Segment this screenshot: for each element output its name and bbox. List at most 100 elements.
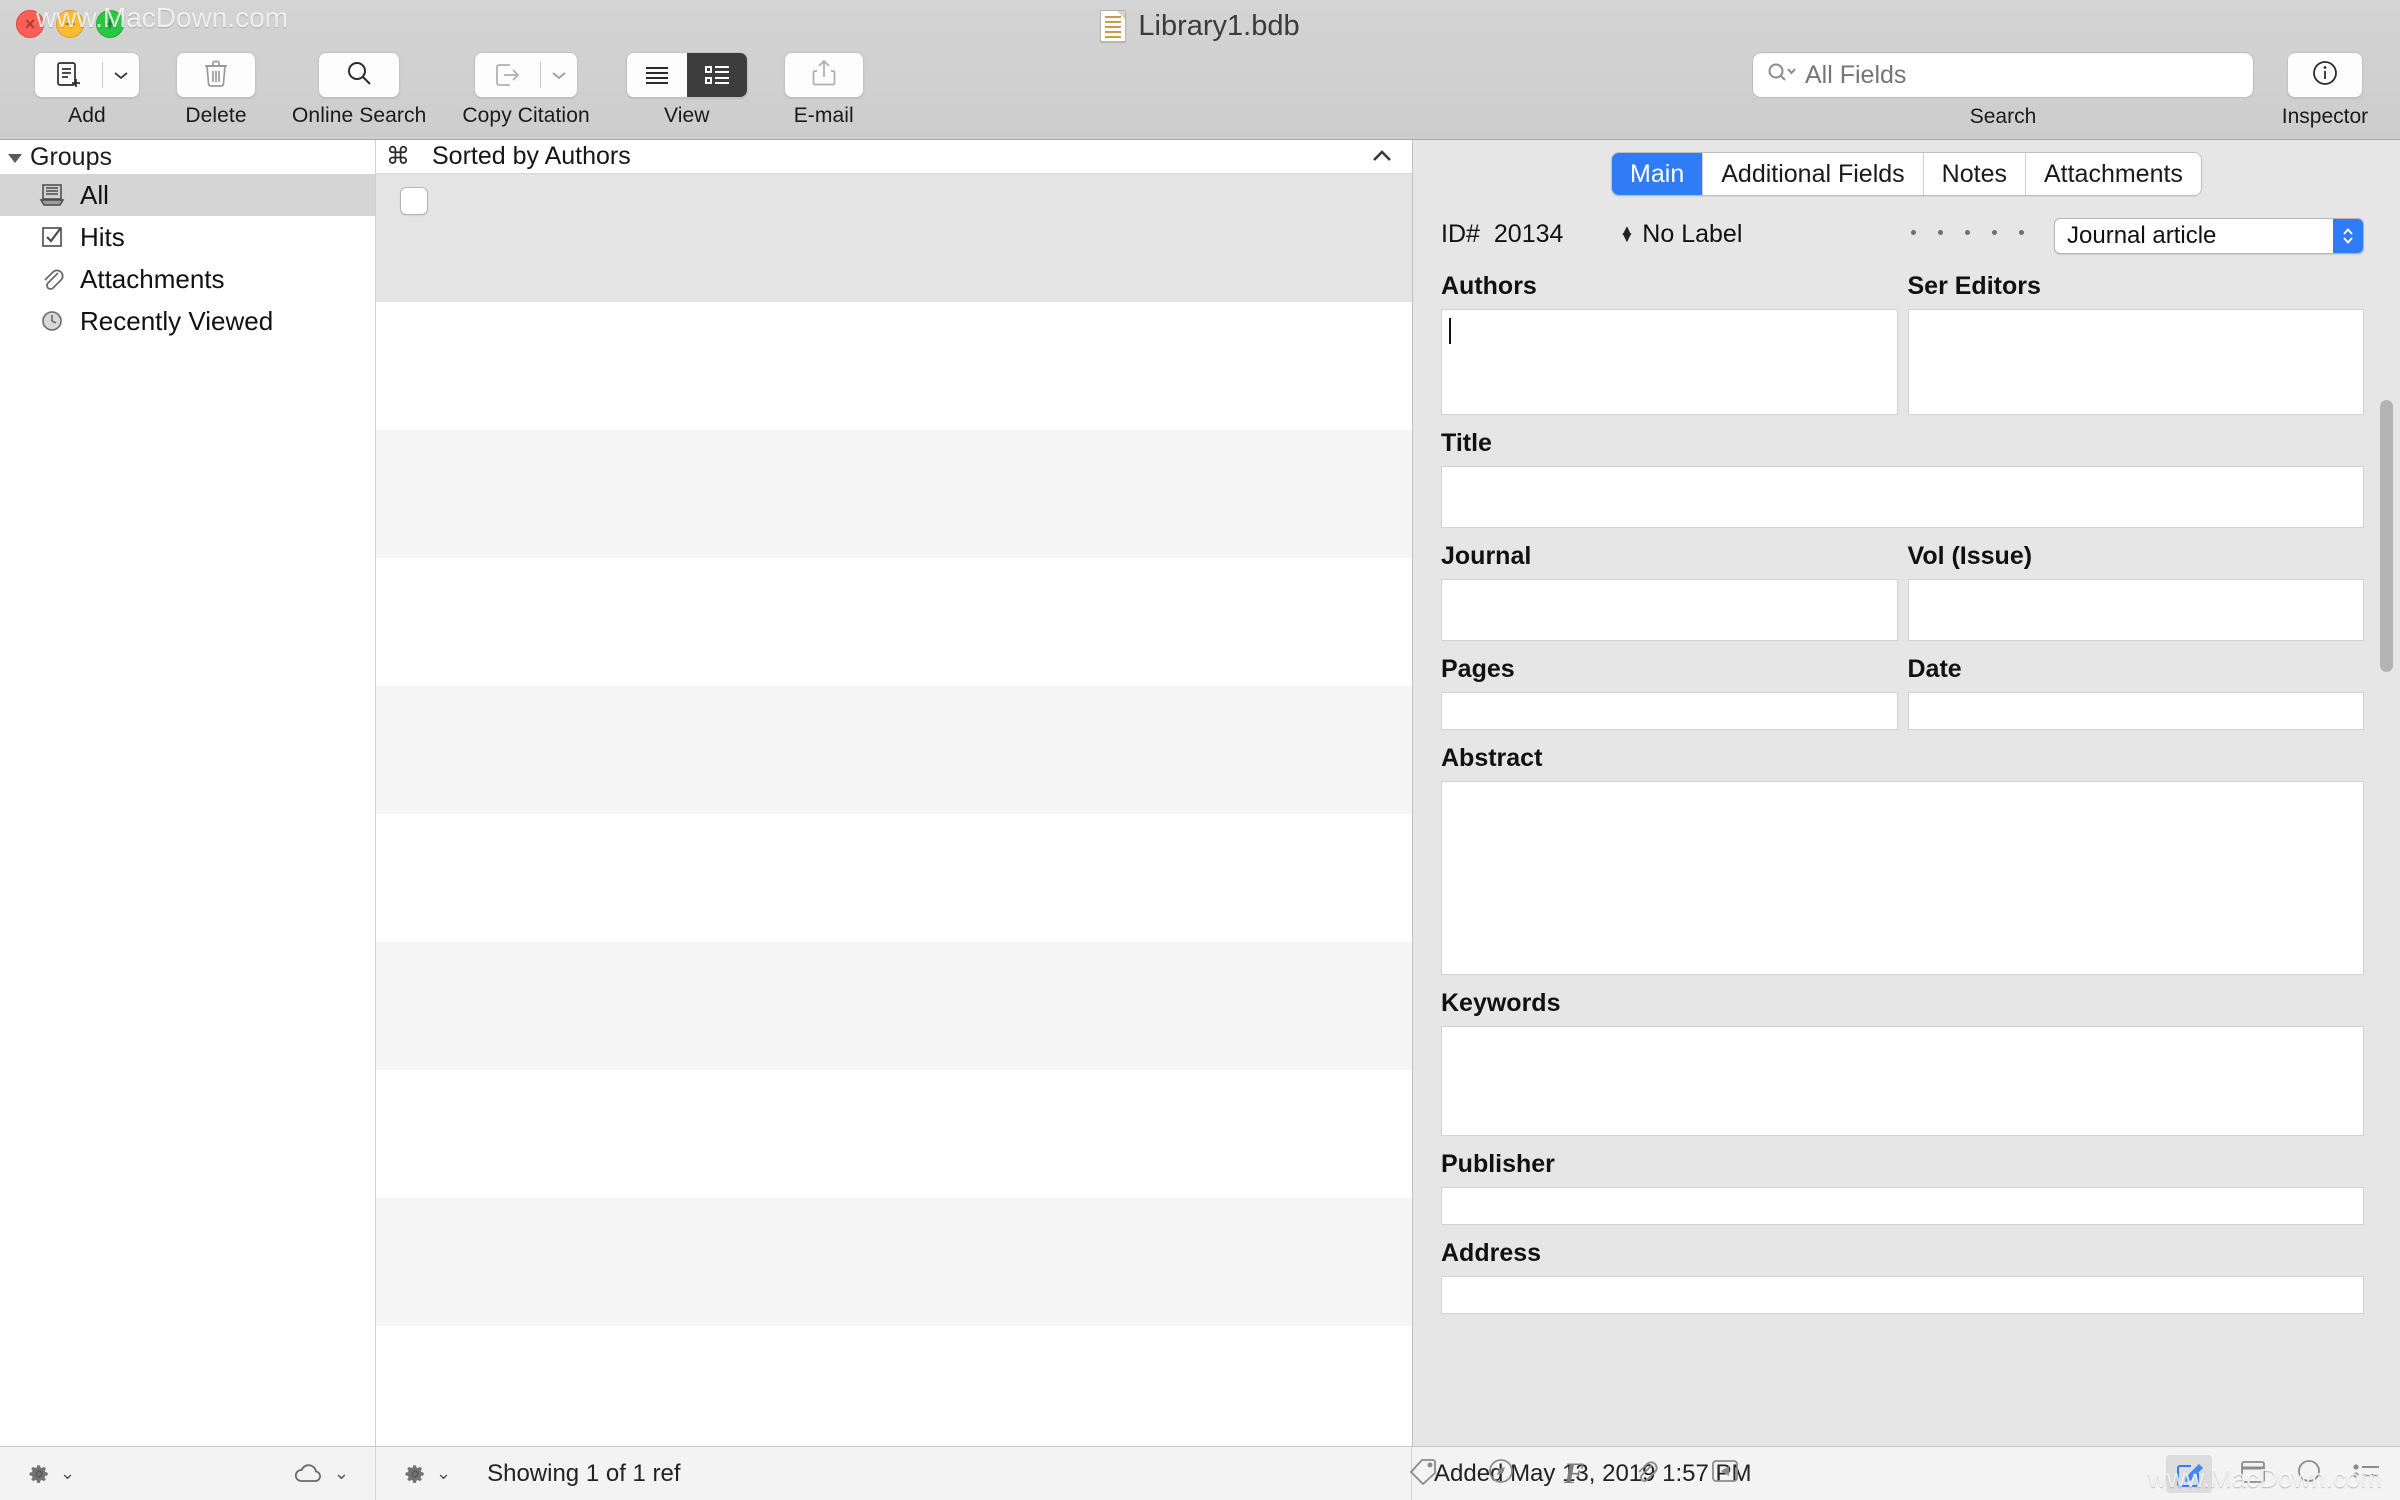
field-label-vol-issue: Vol (Issue) [1907, 542, 2033, 570]
rating-dot[interactable] [1911, 230, 1916, 235]
chevron-up-icon[interactable] [1368, 144, 1396, 173]
field-label-ser-editors: Ser Editors [1907, 272, 2041, 300]
field-input-pages[interactable] [1441, 692, 1898, 730]
list-dash-icon[interactable] [2350, 1458, 2384, 1489]
sidebar-item-recently-viewed[interactable]: Recently Viewed [0, 300, 375, 342]
field-input-ser-editors[interactable] [1907, 309, 2364, 415]
field-input-title[interactable] [1441, 466, 2364, 528]
field-input-date[interactable] [1907, 692, 2364, 730]
table-row[interactable] [376, 174, 1412, 302]
status-left: ⌄ ⌄ [0, 1447, 376, 1500]
table-row[interactable] [376, 558, 1412, 686]
table-row[interactable] [376, 814, 1412, 942]
field-publisher: Publisher [1441, 1150, 2364, 1225]
field-input-vol-issue[interactable] [1907, 579, 2364, 641]
reference-type-popup[interactable]: Journal article [2054, 218, 2364, 254]
view-segmented-control[interactable] [625, 52, 748, 98]
sidebar-item-attachments-label: Attachments [80, 263, 225, 294]
email-button[interactable] [783, 52, 864, 98]
sort-header-label: Sorted by Authors [432, 142, 631, 170]
rating-dot[interactable] [2019, 230, 2024, 235]
toolbar: × − + Library1.bdb www.MacDown.com Add D… [0, 0, 2400, 140]
collapse-left-icon[interactable] [1708, 1456, 1742, 1491]
disclosure-triangle-icon[interactable] [8, 153, 22, 163]
table-row[interactable] [376, 430, 1412, 558]
info-circle-icon [2309, 57, 2341, 94]
checkbox-icon [38, 223, 66, 251]
table-row[interactable] [376, 1326, 1412, 1446]
copy-citation-chevron-down-icon[interactable] [541, 53, 577, 97]
id-label: ID# [1441, 219, 1480, 248]
add-button[interactable] [34, 52, 140, 98]
toolbar-item-delete: Delete [176, 52, 256, 128]
delete-button[interactable] [176, 52, 256, 98]
rating-dot[interactable] [1938, 230, 1943, 235]
stepper-chevrons-icon[interactable] [2333, 219, 2363, 253]
field-input-publisher[interactable] [1441, 1187, 2364, 1225]
tabstrip: Main Additional Fields Notes Attachments [1611, 152, 2202, 196]
status-mid-icons: F [1406, 1456, 1742, 1491]
paperclip-icon[interactable] [1632, 1456, 1660, 1491]
inspector-scrollbar[interactable] [2378, 400, 2394, 672]
sidebar-header-groups[interactable]: Groups [0, 140, 375, 174]
font-format-icon[interactable]: F [1564, 1457, 1584, 1491]
cloud-sync-button[interactable]: ⌄ [292, 1462, 349, 1486]
add-label: Add [68, 104, 106, 127]
table-row[interactable] [376, 302, 1412, 430]
field-input-abstract[interactable] [1441, 781, 2364, 975]
table-row[interactable] [376, 1070, 1412, 1198]
list-sort-header[interactable]: ⌘ Sorted by Authors [376, 140, 1412, 174]
copy-citation-button[interactable] [474, 52, 579, 98]
edit-pencil-icon[interactable] [2166, 1454, 2212, 1493]
search-field[interactable] [1752, 52, 2254, 98]
scrollbar-thumb[interactable] [2380, 400, 2393, 672]
status-middle: ⌄ Showing 1 of 1 ref F [376, 1447, 1738, 1500]
table-row[interactable] [376, 686, 1412, 814]
sidebar-item-all[interactable]: All [0, 174, 375, 216]
add-dropdown-chevron-down-icon[interactable] [103, 53, 139, 97]
add-icon[interactable] [35, 53, 102, 97]
view-segment-paragraph[interactable] [626, 53, 687, 97]
field-input-journal[interactable] [1441, 579, 1898, 641]
rating-dots[interactable] [1911, 230, 2024, 235]
calendar-icon[interactable] [2238, 1456, 2268, 1491]
rating-dot[interactable] [1992, 230, 1997, 235]
sidebar-settings-button[interactable]: ⌄ [26, 1461, 75, 1487]
row-checkbox[interactable] [400, 187, 428, 215]
view-segment-list[interactable] [686, 53, 747, 97]
inspector-tabs: Main Additional Fields Notes Attachments [1413, 140, 2400, 196]
online-search-label: Online Search [292, 104, 427, 127]
tab-main[interactable]: Main [1612, 153, 1704, 195]
label-popup-button[interactable]: ▲ ▼ No Label [1619, 220, 1742, 249]
reference-rows[interactable] [376, 174, 1412, 1446]
tag-icon[interactable] [1406, 1457, 1438, 1490]
field-row-pages: Pages Date [1441, 655, 2364, 730]
compass-icon[interactable] [1486, 1456, 1516, 1491]
field-input-authors[interactable] [1441, 309, 1898, 415]
inspector-label: Inspector [2281, 105, 2369, 128]
rating-dot[interactable] [1965, 230, 1970, 235]
search-input[interactable] [1805, 60, 2241, 90]
toolbar-buttons: Add Delete Online Search Copy Citation V… [34, 52, 864, 128]
export-arrow-icon[interactable] [475, 53, 540, 97]
search-scope-icon[interactable] [1765, 61, 1799, 90]
table-row[interactable] [376, 942, 1412, 1070]
tab-attachments[interactable]: Attachments [2025, 153, 2201, 195]
circle-icon[interactable] [2294, 1456, 2324, 1491]
toolbar-item-copy-citation: Copy Citation [462, 52, 590, 128]
field-input-address[interactable] [1441, 1276, 2364, 1314]
inspector-button[interactable] [2287, 52, 2363, 98]
sidebar-item-attachments[interactable]: Attachments [0, 258, 375, 300]
table-row[interactable] [376, 1198, 1412, 1326]
field-input-keywords[interactable] [1441, 1026, 2364, 1136]
online-search-button[interactable] [318, 52, 401, 98]
field-pages: Pages [1441, 655, 1898, 730]
list-settings-button[interactable]: ⌄ [402, 1461, 451, 1487]
sidebar-item-recently-viewed-label: Recently Viewed [80, 305, 274, 336]
status-bar: ⌄ ⌄ ⌄ Showing 1 of 1 ref F Added May 13,… [0, 1446, 2400, 1500]
up-down-arrows-icon: ▲ ▼ [1619, 222, 1635, 246]
field-label-authors: Authors [1441, 272, 1537, 300]
sidebar-item-hits[interactable]: Hits [0, 216, 375, 258]
tab-additional-fields[interactable]: Additional Fields [1703, 153, 1924, 195]
tab-notes[interactable]: Notes [1923, 153, 2026, 195]
